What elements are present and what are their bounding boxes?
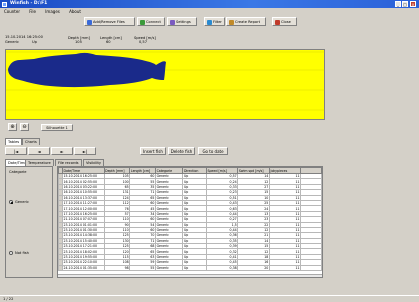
menubar: Counter File Images About [0,8,419,15]
fish-silhouette [8,52,166,88]
horizontal-scrollbar[interactable] [58,274,322,277]
prev-record-button[interactable]: ◄ [28,147,50,155]
table-cell-empty [300,264,322,272]
close-door-icon [274,19,280,25]
window-titlebar: Winfish - D:\F1 [0,0,419,8]
record-species: Generic [5,40,19,44]
length-value: 60 [106,40,111,44]
status-text: 1 / 22 [3,297,14,301]
silhouette-button[interactable]: Silhouette 1 [41,124,73,131]
minimize-button[interactable]: _ [395,1,401,7]
table-body: 15.10.2014 16:25:00 105 60 Generic Up 0,57 14 1… [58,172,322,272]
folder-icon [86,19,92,25]
depth-value: 105 [75,40,82,44]
tab-temperature[interactable]: Temperature [25,159,54,166]
table-row[interactable]: 24.10.2014 01:35:00 98 55 Generic Up 0,38 20 11 [58,264,322,272]
speed-value: 0,57 [139,40,148,44]
create-report-button[interactable]: Create Report [226,17,266,26]
silhouette-graph[interactable] [5,49,325,120]
radio-generic-label: Generic [15,200,29,204]
categories-panel: Categorie Generic Not fish [5,166,53,278]
insert-fish-button[interactable]: Insert fish [140,147,166,155]
radio-not-fish[interactable] [9,251,13,255]
filter-button[interactable]: Filter [204,17,225,26]
menu-file[interactable]: File [29,9,36,14]
maximize-button[interactable]: □ [402,1,408,7]
zoom-out-icon: ⊖ [22,124,27,130]
menu-about[interactable]: About [69,9,81,14]
status-bar: 1 / 22 [0,295,419,302]
table-cell: 24.10.2014 01:35:00 [61,264,105,272]
menu-images[interactable]: Images [45,9,60,14]
delete-fish-button[interactable]: Delete fish [168,147,195,155]
connect-button[interactable]: Connect [137,17,165,26]
zoom-in-icon: ⊕ [10,124,15,130]
app-icon [2,1,7,7]
radio-generic[interactable] [9,200,13,204]
table-cell: 98 [103,264,131,272]
connect-icon [139,19,145,25]
categories-header: Categorie [9,170,27,174]
radio-not-fish-label: Not fish [15,251,29,255]
fish-records-table[interactable]: Date/Time Depth [mm] Length [cm] Categor… [57,166,323,278]
zoom-in-button[interactable]: ⊕ [8,123,17,131]
table-cell: 20 [237,264,270,272]
add-remove-files-button[interactable]: Add/Remove Files [84,17,135,26]
record-timestamp: 15.10.2014 16:25:00 [5,35,43,39]
settings-button[interactable]: Settings [167,17,197,26]
zoom-out-button[interactable]: ⊖ [20,123,29,131]
record-direction: Up [32,40,37,44]
table-cell: 55 [129,264,156,272]
first-record-button[interactable]: |◄ [5,147,27,155]
settings-icon [169,19,175,25]
table-cell: Generic [154,264,184,272]
filter-icon [206,19,212,25]
next-record-button[interactable]: ► [51,147,73,155]
tab-charts[interactable]: Charts [22,138,40,145]
close-window-button[interactable]: × [410,1,416,7]
go-to-date-button[interactable]: Go to date [198,147,228,155]
table-cell: Up [182,264,207,272]
fish-silhouette-plot [6,51,325,111]
menu-counter[interactable]: Counter [4,9,20,14]
report-icon [228,19,234,25]
tab-tables[interactable]: Tables [5,138,23,145]
close-button[interactable]: Close [272,17,297,26]
tab-file-records[interactable]: File records [55,159,82,166]
tab-visibility[interactable]: Visibility [83,159,105,166]
window-title: Winfish - D:\F1 [10,1,48,6]
table-cell: 0,38 [205,264,239,272]
last-record-button[interactable]: ►| [74,147,96,155]
table-cell: 11 [268,264,302,272]
records-table: Date/Time Depth [mm] Length [cm] Categor… [58,167,322,272]
